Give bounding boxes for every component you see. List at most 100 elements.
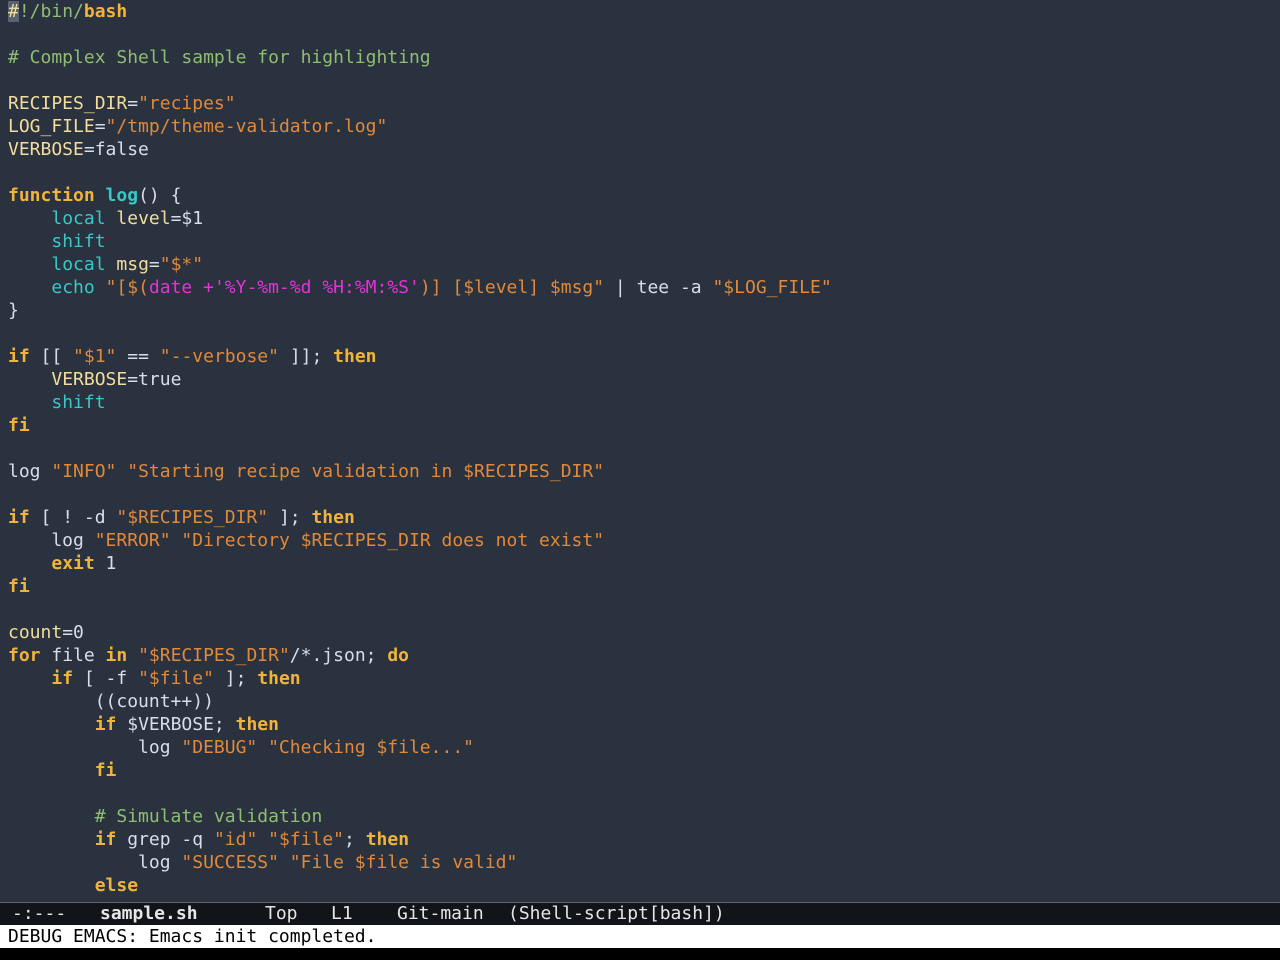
code-token: if <box>8 346 30 367</box>
code-line: if $VERBOSE; then <box>8 713 279 736</box>
code-token: then <box>333 346 377 367</box>
code-token: count <box>8 622 63 643</box>
code-token: "$LOG_FILE" <box>712 277 832 298</box>
code-token: [ -f <box>73 668 139 689</box>
text-cursor: # <box>8 1 19 22</box>
code-token: !/bin/ <box>18 1 84 22</box>
code-token: echo <box>51 277 95 298</box>
editor-buffer[interactable]: #!/bin/bash # Complex Shell sample for hi… <box>0 0 1280 902</box>
mode-line: -:--- sample.sh Top L1 Git-main (Shell-s… <box>0 902 1280 925</box>
code-token: "DEBUG" <box>181 737 258 758</box>
code-token: = <box>148 254 160 275</box>
code-token: function <box>8 185 95 206</box>
code-line: if [[ "$1" == "--verbose" ]]; then <box>8 345 377 368</box>
code-token: [ ! -d <box>29 507 117 528</box>
code-token: "$1" <box>73 346 117 367</box>
code-token: grep -q <box>116 829 214 850</box>
code-token: then <box>257 668 301 689</box>
code-line: if grep -q "id" "$file"; then <box>8 828 409 851</box>
code-line: exit 1 <box>8 552 116 575</box>
code-line: echo "[$(date +'%Y-%m-%d %H:%M:%S')] [$l… <box>8 276 832 299</box>
echo-area-message: DEBUG EMACS: Emacs init completed. <box>8 926 377 947</box>
code-token: fi <box>94 760 117 781</box>
code-token: "$RECIPES_DIR" <box>116 507 269 528</box>
code-token: $VERBOSE; <box>116 714 236 735</box>
code-token: if <box>94 829 117 850</box>
code-token: "$*" <box>159 254 204 275</box>
code-token: local <box>51 208 106 229</box>
code-line: ((count++)) <box>8 690 214 713</box>
code-token: date +'%Y-%m-%d %H:%M:%S' <box>148 277 420 298</box>
code-token: () { <box>138 185 182 206</box>
code-token: =false <box>83 139 149 160</box>
code-token: =$1 <box>170 208 204 229</box>
code-token: shift <box>51 392 106 413</box>
code-token: msg <box>116 254 149 275</box>
code-line: shift <box>8 230 106 253</box>
code-token: )] [$level] $msg" <box>419 277 605 298</box>
modeline-vc-branch[interactable]: Git-main <box>397 903 484 924</box>
code-token: = <box>127 93 139 114</box>
code-line: # Complex Shell sample for highlighting <box>8 46 431 69</box>
code-token: "ERROR" <box>94 530 171 551</box>
code-line: # Simulate validation <box>8 805 323 828</box>
code-token: "--verbose" <box>159 346 279 367</box>
code-token: then <box>311 507 355 528</box>
code-token: log <box>8 852 182 873</box>
code-token: | tee -a <box>604 277 713 298</box>
code-token: "SUCCESS" <box>181 852 279 873</box>
code-token: ]]; <box>278 346 334 367</box>
code-token: == <box>116 346 160 367</box>
code-token: "Starting recipe validation in $RECIPES_… <box>127 461 605 482</box>
modeline-position: Top <box>265 903 298 924</box>
code-token: "Directory $RECIPES_DIR does not exist" <box>181 530 605 551</box>
code-line: log "DEBUG" "Checking $file..." <box>8 736 474 759</box>
code-token: log <box>8 461 52 482</box>
code-line: log "SUCCESS" "File $file is valid" <box>8 851 517 874</box>
emacs-frame: #!/bin/bash # Complex Shell sample for hi… <box>0 0 1280 960</box>
code-token: do <box>387 645 410 666</box>
bottom-strip <box>0 948 1280 960</box>
code-token: "Checking $file..." <box>268 737 474 758</box>
code-token: ]; <box>213 668 258 689</box>
code-token: "$RECIPES_DIR" <box>138 645 290 666</box>
code-token: log <box>8 530 95 551</box>
code-token: ]; <box>268 507 312 528</box>
code-line: if [ ! -d "$RECIPES_DIR" ]; then <box>8 506 355 529</box>
code-line: shift <box>8 391 106 414</box>
code-line: RECIPES_DIR="recipes" <box>8 92 236 115</box>
code-line: } <box>8 299 19 322</box>
code-token: "$file" <box>138 668 214 689</box>
code-token: VERBOSE <box>8 139 84 160</box>
code-line: if [ -f "$file" ]; then <box>8 667 301 690</box>
modeline-major-mode[interactable]: (Shell-script[bash]) <box>508 903 725 924</box>
code-line: fi <box>8 759 117 782</box>
code-token: then <box>235 714 279 735</box>
code-token: = <box>94 116 106 137</box>
code-line: VERBOSE=true <box>8 368 181 391</box>
code-line: log "ERROR" "Directory $RECIPES_DIR does… <box>8 529 604 552</box>
code-token: "recipes" <box>138 93 236 114</box>
code-token: then <box>365 829 410 850</box>
code-token: [[ <box>29 346 74 367</box>
modeline-line-number: L1 <box>331 903 353 924</box>
code-token: fi <box>8 576 30 597</box>
code-token: "[$( <box>105 277 149 298</box>
code-token: level <box>116 208 171 229</box>
code-token: shift <box>51 231 106 252</box>
modeline-buffer-name[interactable]: sample.sh <box>100 903 198 924</box>
